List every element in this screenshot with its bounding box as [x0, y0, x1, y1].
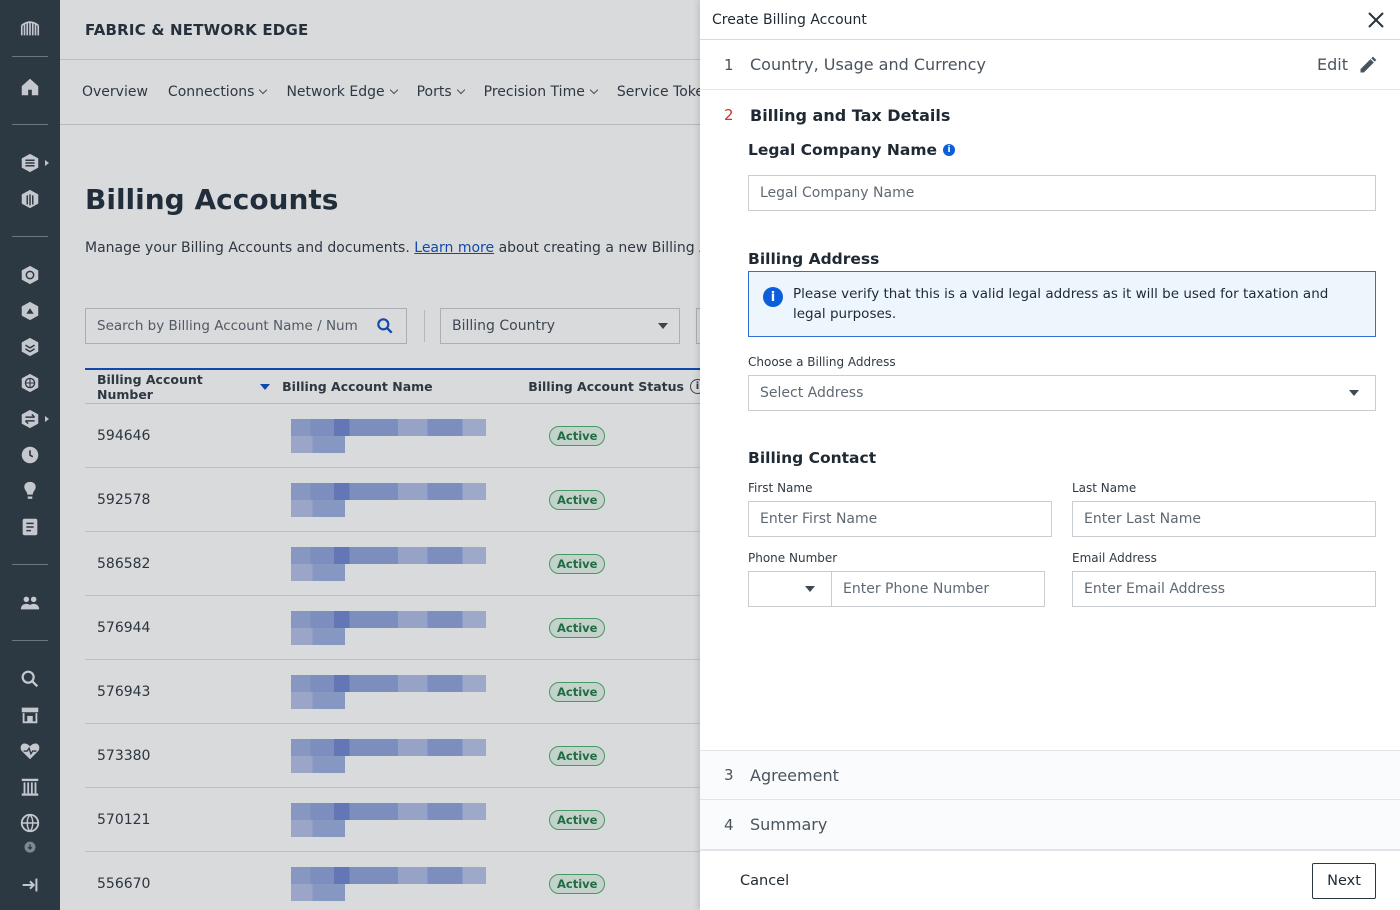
choose-address-label: Choose a Billing Address — [748, 355, 896, 369]
edit-label: Edit — [1317, 55, 1348, 74]
step-label: Summary — [750, 815, 828, 834]
email-label: Email Address — [1072, 551, 1157, 565]
drawer-title: Create Billing Account — [712, 11, 867, 28]
step-label: Country, Usage and Currency — [750, 55, 986, 74]
notice-text: Please verify that this is a valid legal… — [793, 286, 1329, 322]
phone-group: Phone Number — [748, 551, 1052, 607]
close-icon[interactable] — [1366, 10, 1386, 30]
first-name-input[interactable] — [760, 511, 1040, 527]
info-icon: i — [763, 287, 783, 307]
legal-company-field[interactable] — [748, 175, 1376, 211]
pencil-icon — [1360, 56, 1377, 72]
create-billing-account-drawer: Create Billing Account 1 Country, Usage … — [700, 0, 1400, 910]
drawer-header: Create Billing Account — [700, 0, 1400, 40]
cancel-button[interactable]: Cancel — [740, 873, 789, 889]
billing-tax-form: Legal Company Name i Billing Address i P… — [748, 140, 1376, 607]
phone-input[interactable] — [843, 581, 1033, 597]
last-name-label: Last Name — [1072, 481, 1137, 495]
edit-button[interactable]: Edit — [1317, 55, 1378, 75]
field-label: Legal Company Name — [748, 141, 938, 159]
billing-address-select[interactable]: Select Address — [748, 375, 1376, 411]
caret-down-icon — [805, 586, 815, 592]
step-country-usage-currency[interactable]: 1 Country, Usage and Currency Edit — [700, 40, 1400, 90]
phone-label: Phone Number — [748, 551, 838, 565]
country-code-select[interactable] — [748, 571, 832, 607]
first-name-label: First Name — [748, 481, 813, 495]
billing-address-heading: Billing Address — [748, 250, 880, 268]
step-label: Billing and Tax Details — [750, 105, 951, 125]
drawer-footer: Cancel Next — [700, 850, 1400, 910]
info-icon[interactable]: i — [943, 144, 956, 156]
email-group: Email Address — [1072, 551, 1376, 607]
first-name-field[interactable] — [748, 501, 1052, 537]
first-name-group: First Name — [748, 481, 1052, 537]
modal-backdrop[interactable] — [0, 0, 700, 910]
email-input[interactable] — [1084, 581, 1364, 597]
phone-email-row: Phone Number Email Address — [748, 551, 1376, 607]
last-name-group: Last Name — [1072, 481, 1376, 537]
next-button[interactable]: Next — [1312, 862, 1376, 899]
name-row: First Name Last Name — [748, 481, 1376, 537]
billing-contact-heading: Billing Contact — [748, 449, 877, 467]
select-placeholder: Select Address — [760, 385, 864, 401]
email-field[interactable] — [1072, 571, 1376, 607]
step-agreement[interactable]: 3 Agreement — [700, 750, 1400, 800]
step-number: 2 — [724, 106, 734, 124]
step-label: Agreement — [750, 765, 839, 785]
address-notice: i Please verify that this is a valid leg… — [748, 271, 1376, 337]
step-number: 4 — [724, 815, 734, 834]
last-name-input[interactable] — [1084, 511, 1364, 527]
step-number: 3 — [724, 766, 734, 784]
phone-inputs — [748, 571, 1052, 607]
step-number: 1 — [724, 55, 734, 74]
step-billing-tax-details: 2 Billing and Tax Details — [700, 90, 1400, 140]
last-name-field[interactable] — [1072, 501, 1376, 537]
caret-down-icon — [1349, 390, 1359, 396]
legal-company-label: Legal Company Name i — [748, 140, 1376, 160]
legal-company-input[interactable] — [760, 185, 1364, 201]
step-summary[interactable]: 4 Summary — [700, 800, 1400, 850]
phone-field[interactable] — [832, 571, 1045, 607]
